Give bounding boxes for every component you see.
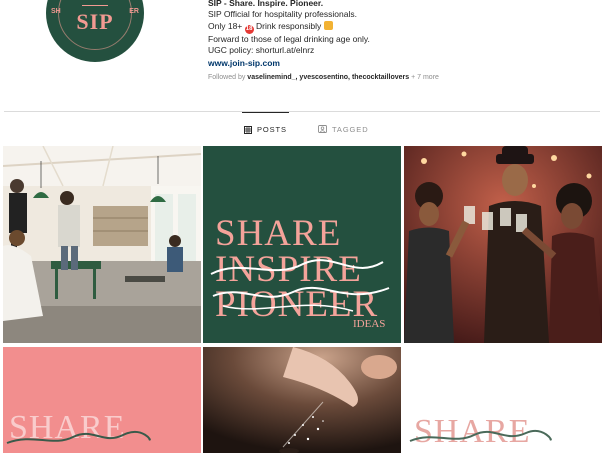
white-scribble: [409, 430, 552, 442]
followed-prefix: Followed by: [208, 73, 248, 81]
no-under-18-icon: 18: [244, 24, 254, 34]
posts-grid: SHARE INSPIRE PIONEER IDEAS SHARE SHARE: [3, 146, 603, 453]
followed-more: + 7 more: [409, 73, 439, 81]
website-link[interactable]: www.join-sip.com: [208, 57, 598, 70]
post-pink-share[interactable]: SHARE: [3, 347, 201, 453]
tagged-icon: [318, 125, 327, 133]
profile-name: SIP - Share. Inspire. Pioneer.: [208, 0, 324, 8]
profile-tabs: POSTS TAGGED: [0, 112, 604, 146]
pink-scribble: [6, 430, 151, 444]
profile-avatar[interactable]: SH SIP ER: [46, 0, 144, 62]
bio-line-3: Forward to those of legal drinking age o…: [208, 33, 370, 44]
grid-icon: [244, 125, 252, 134]
post-party-photo[interactable]: [404, 146, 602, 343]
beer-icon: [323, 20, 333, 30]
bio-line-2-end: Drink responsibly: [256, 20, 322, 31]
avatar-side-text-right: ER: [129, 8, 139, 15]
tab-tagged[interactable]: TAGGED: [318, 112, 369, 146]
bio-line-2: Only 18+ 18 Drink responsibly: [208, 20, 598, 34]
avatar-bar: [82, 5, 108, 6]
bio-line-4: UGC policy: shorturl.at/elnrz: [208, 45, 315, 55]
bio-line-2-start: Only 18+: [208, 20, 243, 31]
tab-posts-label: POSTS: [257, 125, 287, 134]
tab-tagged-label: TAGGED: [332, 124, 369, 134]
post-share-inspire-pioneer[interactable]: SHARE INSPIRE PIONEER IDEAS: [203, 146, 401, 343]
cafe-photo-image: [3, 146, 201, 343]
tab-posts[interactable]: POSTS: [242, 112, 289, 146]
followed-names: vaselinemind_, yvescosentino, thecocktai…: [247, 73, 410, 81]
scribble-strokes: [210, 259, 390, 312]
post-white-share[interactable]: SHARE: [404, 347, 602, 453]
bio-line-1: SIP Official for hospitality professiona…: [208, 9, 357, 19]
cocktail-photo-image: [203, 347, 401, 453]
post-cocktail-photo[interactable]: [203, 347, 401, 453]
followed-by[interactable]: Followed by vaselinemind_, yvescosentino…: [208, 74, 598, 81]
party-photo-image: [404, 146, 602, 343]
profile-bio: SIP - Share. Inspire. Pioneer. SIP Offic…: [208, 0, 598, 81]
post-cafe-photo[interactable]: [3, 146, 201, 343]
profile-header: SH SIP ER SIP - Share. Inspire. Pioneer.…: [0, 0, 604, 112]
